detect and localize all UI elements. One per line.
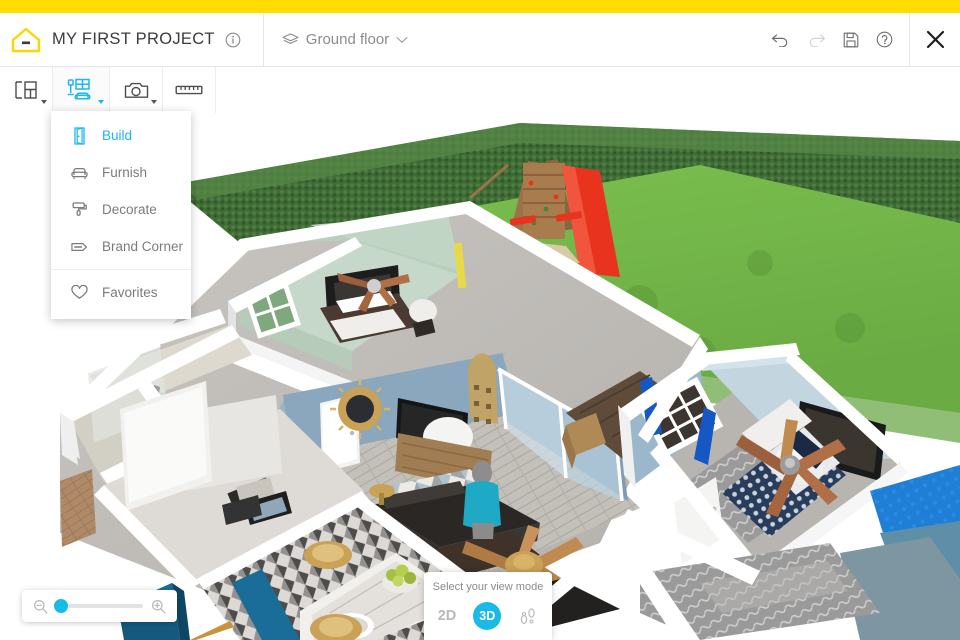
undo-button[interactable] [771,32,790,47]
menu-item-furnish[interactable]: Furnish [51,154,191,191]
house-logo-icon [11,27,41,52]
menu-item-brand-corner-label: Brand Corner [102,239,184,254]
furnish-tool-button[interactable] [53,67,110,113]
menu-item-brand-corner[interactable]: Brand Corner [51,228,191,265]
magnifier-minus-icon[interactable] [33,599,48,614]
camera-tool-button[interactable] [110,67,163,113]
save-button[interactable] [843,32,859,48]
floorplan-icon [15,81,37,99]
menu-divider [51,269,191,270]
menu-item-furnish-label: Furnish [102,165,148,180]
close-x-icon [926,30,944,49]
furnish-dropdown-menu: Build Furnish Decorate Brand Corner Favo… [51,111,191,319]
menu-item-build-label: Build [102,128,133,143]
view-mode-panel: Select your view mode 2D 3D [424,572,552,640]
menu-item-build[interactable]: Build [51,117,191,154]
floorplan-caret-icon [41,100,47,104]
floppy-disk-icon [843,32,859,47]
app-logo[interactable] [0,27,52,53]
home-design-app: MY FIRST PROJECT Ground floor Select you… [0,0,960,640]
view-mode-3d[interactable]: 3D [473,602,502,630]
menu-item-decorate-label: Decorate [102,202,157,217]
furniture-icon [67,78,91,100]
help-button[interactable] [876,31,893,48]
zoom-slider-thumb[interactable] [54,599,69,613]
redo-arrow-icon [809,34,826,47]
brand-strip [0,0,960,13]
heart-icon [71,285,88,300]
close-button[interactable] [910,13,960,67]
redo-button[interactable] [807,32,826,47]
floor-selector-label: Ground floor [305,31,390,48]
furnish-caret-icon [98,100,104,104]
page-title: MY FIRST PROJECT [52,30,215,48]
camera-caret-icon [151,100,157,104]
view-mode-2d[interactable]: 2D [438,608,457,624]
armchair-icon [71,166,88,180]
undo-arrow-icon [771,34,788,47]
tag-icon [71,241,88,253]
ruler-icon [175,85,203,95]
menu-item-favorites[interactable]: Favorites [51,274,191,311]
camera-icon [124,82,148,98]
project-info-button[interactable] [225,32,241,48]
question-circle-icon [876,31,893,48]
header-actions [771,31,909,48]
zoom-slider-track[interactable] [54,599,143,613]
magnifier-plus-icon[interactable] [151,599,166,614]
view-mode-walkthrough[interactable] [518,606,538,626]
view-mode-options: 2D 3D [424,602,552,630]
menu-item-favorites-label: Favorites [102,285,158,300]
layers-icon [282,33,299,44]
door-icon [71,126,88,145]
floor-selector[interactable]: Ground floor [264,13,424,67]
zoom-control[interactable] [22,590,177,622]
paint-roller-icon [71,201,88,219]
info-circle-icon [225,32,241,47]
view-mode-title: Select your view mode [432,581,544,593]
chevron-down-icon [396,36,408,43]
measure-tool-button[interactable] [163,67,216,113]
app-header: MY FIRST PROJECT Ground floor [0,12,960,67]
floorplan-tool-button[interactable] [0,67,53,113]
toolbar-empty-area [216,67,960,113]
main-toolbar [0,67,960,113]
menu-item-decorate[interactable]: Decorate [51,191,191,228]
footsteps-icon [521,608,535,625]
sunburst-mirror [330,379,390,439]
